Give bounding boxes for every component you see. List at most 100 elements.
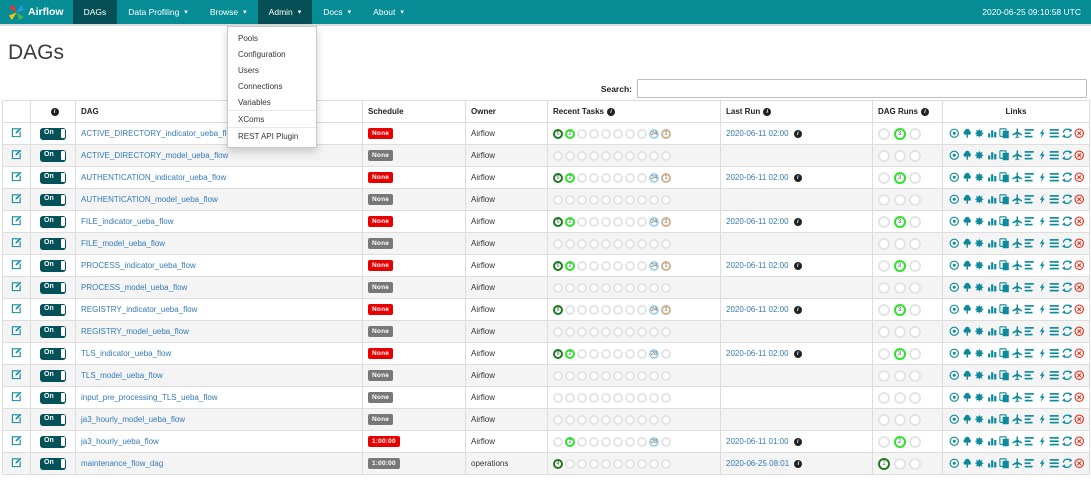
dag-link[interactable]: input_pre_processing_TLS_ueba_flow <box>81 393 218 402</box>
edit-dag-icon[interactable] <box>11 435 22 446</box>
task-state-circle-success[interactable] <box>553 371 563 381</box>
task-duration-icon[interactable] <box>987 172 998 183</box>
landing-times-icon[interactable] <box>1012 414 1023 425</box>
delete-dag-icon[interactable] <box>1074 172 1085 183</box>
task-state-circle-up_for_retry[interactable] <box>613 459 623 469</box>
trigger-dag-icon[interactable] <box>949 238 960 249</box>
task-state-circle-upstream_failed[interactable] <box>589 415 599 425</box>
dag-details-icon[interactable] <box>1049 414 1060 425</box>
tree-view-icon[interactable] <box>962 282 973 293</box>
refresh-icon[interactable] <box>1062 282 1073 293</box>
tree-view-icon[interactable] <box>962 238 973 249</box>
landing-times-icon[interactable] <box>1012 458 1023 469</box>
task-state-circle-up_for_reschedule[interactable] <box>625 437 635 447</box>
task-tries-icon[interactable] <box>999 326 1010 337</box>
tree-view-icon[interactable] <box>962 348 973 359</box>
task-state-circle-skipped[interactable] <box>601 217 611 227</box>
task-state-circle-success[interactable] <box>553 437 563 447</box>
dag-pause-toggle[interactable]: On <box>40 260 66 272</box>
task-state-circle-up_for_reschedule[interactable] <box>625 327 635 337</box>
dag-pause-toggle[interactable]: On <box>40 304 66 316</box>
dag-run-circle-running[interactable] <box>894 282 906 294</box>
delete-dag-icon[interactable] <box>1074 238 1085 249</box>
task-tries-icon[interactable] <box>999 282 1010 293</box>
menu-item-pools[interactable]: Pools <box>228 30 316 46</box>
code-view-icon[interactable] <box>1037 216 1048 227</box>
task-state-circle-queued[interactable] <box>637 239 647 249</box>
delete-dag-icon[interactable] <box>1074 458 1085 469</box>
last-run-link[interactable]: 2020-06-11 02:00 <box>726 173 789 182</box>
gantt-view-icon[interactable] <box>1024 216 1035 227</box>
graph-view-icon[interactable] <box>974 370 985 381</box>
task-state-circle-running[interactable] <box>565 327 575 337</box>
task-state-circle-none[interactable]: 24 <box>649 305 659 315</box>
landing-times-icon[interactable] <box>1012 260 1023 271</box>
task-state-circle-upstream_failed[interactable] <box>589 195 599 205</box>
task-state-circle-skipped[interactable] <box>601 129 611 139</box>
dag-details-icon[interactable] <box>1049 282 1060 293</box>
trigger-dag-icon[interactable] <box>949 128 960 139</box>
task-tries-icon[interactable] <box>999 370 1010 381</box>
task-state-circle-queued[interactable] <box>637 261 647 271</box>
task-state-circle-skipped[interactable] <box>601 151 611 161</box>
dag-details-icon[interactable] <box>1049 392 1060 403</box>
tree-view-icon[interactable] <box>962 326 973 337</box>
task-state-circle-up_for_retry[interactable] <box>613 393 623 403</box>
task-state-circle-scheduled[interactable]: 1 <box>661 261 671 271</box>
code-view-icon[interactable] <box>1037 260 1048 271</box>
refresh-icon[interactable] <box>1062 260 1073 271</box>
task-state-circle-success[interactable] <box>553 415 563 425</box>
task-state-circle-up_for_retry[interactable] <box>613 305 623 315</box>
delete-dag-icon[interactable] <box>1074 304 1085 315</box>
task-state-circle-running[interactable] <box>565 371 575 381</box>
dag-link[interactable]: TLS_model_ueba_flow <box>81 371 163 380</box>
dag-run-circle-failed[interactable] <box>909 348 921 360</box>
task-state-circle-queued[interactable] <box>637 327 647 337</box>
dag-run-circle-success[interactable] <box>878 370 890 382</box>
task-state-circle-queued[interactable] <box>637 349 647 359</box>
landing-times-icon[interactable] <box>1012 150 1023 161</box>
task-state-circle-scheduled[interactable] <box>661 239 671 249</box>
graph-view-icon[interactable] <box>974 260 985 271</box>
task-state-circle-success[interactable] <box>553 283 563 293</box>
graph-view-icon[interactable] <box>974 392 985 403</box>
dag-run-circle-success[interactable] <box>878 304 890 316</box>
dag-run-circle-failed[interactable] <box>909 458 921 470</box>
dag-pause-toggle[interactable]: On <box>40 216 66 228</box>
trigger-dag-icon[interactable] <box>949 326 960 337</box>
menu-item-rest-api-plugin[interactable]: REST API Plugin <box>228 127 316 144</box>
task-state-circle-success[interactable]: 6 <box>553 261 563 271</box>
task-state-circle-queued[interactable] <box>637 305 647 315</box>
refresh-icon[interactable] <box>1062 128 1073 139</box>
menu-item-connections[interactable]: Connections <box>228 78 316 94</box>
task-state-circle-failed[interactable] <box>577 415 587 425</box>
task-state-circle-failed[interactable] <box>577 151 587 161</box>
menu-item-xcoms[interactable]: XComs <box>228 110 316 127</box>
task-state-circle-scheduled[interactable] <box>661 327 671 337</box>
dag-run-circle-failed[interactable] <box>909 304 921 316</box>
dag-details-icon[interactable] <box>1049 128 1060 139</box>
gantt-view-icon[interactable] <box>1024 436 1035 447</box>
task-state-circle-success[interactable] <box>553 195 563 205</box>
refresh-icon[interactable] <box>1062 326 1073 337</box>
delete-dag-icon[interactable] <box>1074 326 1085 337</box>
task-state-circle-running[interactable]: 2 <box>565 437 575 447</box>
delete-dag-icon[interactable] <box>1074 194 1085 205</box>
code-view-icon[interactable] <box>1037 150 1048 161</box>
dag-link[interactable]: AUTHENTICATION_indicator_ueba_flow <box>81 173 226 182</box>
code-view-icon[interactable] <box>1037 458 1048 469</box>
task-duration-icon[interactable] <box>987 392 998 403</box>
task-state-circle-queued[interactable] <box>637 129 647 139</box>
task-state-circle-up_for_reschedule[interactable] <box>625 305 635 315</box>
code-view-icon[interactable] <box>1037 172 1048 183</box>
trigger-dag-icon[interactable] <box>949 150 960 161</box>
task-state-circle-upstream_failed[interactable] <box>589 371 599 381</box>
dag-details-icon[interactable] <box>1049 348 1060 359</box>
edit-dag-icon[interactable] <box>11 237 22 248</box>
dag-details-icon[interactable] <box>1049 172 1060 183</box>
tree-view-icon[interactable] <box>962 370 973 381</box>
gantt-view-icon[interactable] <box>1024 348 1035 359</box>
task-duration-icon[interactable] <box>987 150 998 161</box>
gantt-view-icon[interactable] <box>1024 414 1035 425</box>
refresh-icon[interactable] <box>1062 436 1073 447</box>
